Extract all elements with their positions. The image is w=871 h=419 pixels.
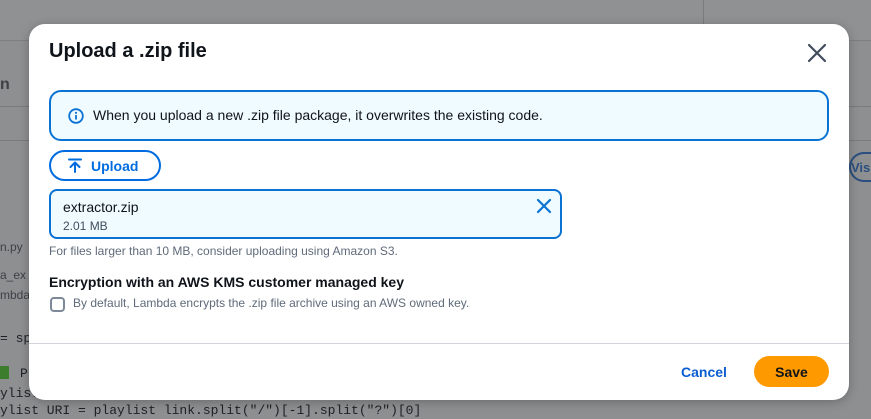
background-divider xyxy=(849,106,871,107)
background-header-fragment: n xyxy=(0,76,10,93)
upload-button[interactable]: Upload xyxy=(49,150,161,181)
encryption-description: By default, Lambda encrypts the .zip fil… xyxy=(73,296,470,310)
selected-file-token: extractor.zip 2.01 MB xyxy=(49,189,562,239)
file-size-hint: For files larger than 10 MB, consider up… xyxy=(49,244,398,258)
file-size: 2.01 MB xyxy=(63,219,108,233)
upload-zip-modal: Upload a .zip file When you upload a new… xyxy=(29,24,849,400)
close-button[interactable] xyxy=(805,41,829,65)
background-divider xyxy=(849,140,871,141)
background-code-line: = sp xyxy=(0,331,32,346)
encryption-heading: Encryption with an AWS KMS customer mana… xyxy=(49,274,404,290)
info-alert: When you upload a new .zip file package,… xyxy=(49,90,829,141)
close-icon xyxy=(807,43,827,63)
info-alert-text: When you upload a new .zip file package,… xyxy=(93,107,543,123)
background-sidebar-fragment: a_ex xyxy=(0,268,27,282)
background-divider xyxy=(0,106,30,107)
remove-file-button[interactable] xyxy=(535,197,553,215)
background-divider xyxy=(0,140,30,141)
upload-arrow-icon xyxy=(68,158,82,173)
background-divider xyxy=(703,0,704,24)
background-code-line: ylist URI = playlist link.split("/")[-1]… xyxy=(0,403,422,418)
info-icon xyxy=(68,108,84,124)
background-check-icon xyxy=(0,366,9,379)
cancel-button-label: Cancel xyxy=(681,364,727,380)
cancel-button[interactable]: Cancel xyxy=(665,356,741,388)
save-button[interactable]: Save xyxy=(754,356,829,387)
modal-title: Upload a .zip file xyxy=(49,40,207,62)
background-visual-tab: Visu xyxy=(849,152,871,182)
background-code-line: P xyxy=(20,366,28,381)
encryption-checkbox[interactable] xyxy=(50,297,65,312)
background-tab-fragment: Visu xyxy=(851,160,871,175)
upload-button-label: Upload xyxy=(91,158,139,174)
file-name: extractor.zip xyxy=(63,199,139,215)
background-file-fragment: n.py xyxy=(0,240,23,254)
footer-divider xyxy=(29,343,849,344)
close-icon xyxy=(536,198,552,214)
save-button-label: Save xyxy=(775,364,808,380)
